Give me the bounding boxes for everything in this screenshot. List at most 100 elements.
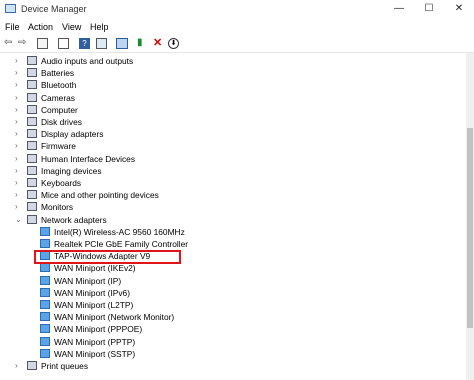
minimize-button[interactable]: — [384, 0, 414, 18]
enable-device-icon[interactable]: ▮ [137, 38, 148, 49]
network-adapter-icon [40, 300, 50, 309]
network-adapter-icon [40, 239, 50, 248]
tree-device-item[interactable]: WAN Miniport (IKEv2) [0, 262, 460, 274]
chevron-right-icon[interactable]: › [15, 362, 21, 370]
uninstall-icon[interactable]: ✕ [153, 38, 164, 49]
device-category-icon [27, 141, 37, 151]
tree-item-label: Imaging devices [41, 165, 102, 176]
maximize-button[interactable]: ☐ [414, 0, 444, 18]
close-button[interactable]: ✕ [444, 0, 474, 18]
chevron-right-icon[interactable]: › [15, 118, 21, 126]
chevron-right-icon[interactable]: › [15, 105, 21, 113]
network-adapter-icon [40, 336, 50, 346]
chevron-right-icon[interactable]: › [15, 69, 21, 77]
device-category-icon [27, 165, 37, 175]
tree-category-item[interactable]: › Mice and other pointing devices [0, 189, 460, 201]
device-category-icon [27, 92, 37, 102]
properties-icon[interactable] [37, 38, 48, 49]
download-icon[interactable]: ⬇ [168, 38, 179, 49]
device-category-icon [27, 214, 37, 224]
tree-category-item[interactable]: › Audio inputs and outputs [0, 55, 460, 67]
show-hidden-icon[interactable] [58, 38, 69, 49]
tree-category-network-adapters[interactable]: ⌄ Network adapters [0, 214, 460, 226]
tree-item-label: Display adapters [41, 129, 104, 140]
menu-action[interactable]: Action [28, 22, 53, 32]
menu-bar: File Action View Help [0, 20, 474, 34]
device-category-icon [27, 178, 37, 187]
chevron-right-icon[interactable]: › [15, 130, 21, 138]
tree-category-item[interactable]: › Batteries [0, 67, 460, 79]
chevron-right-icon[interactable]: › [15, 142, 21, 150]
device-category-icon [27, 117, 37, 126]
update-driver-icon[interactable] [96, 38, 107, 49]
forward-arrow-icon[interactable]: ⇨ [18, 38, 29, 49]
tree-device-item[interactable]: WAN Miniport (PPPOE) [0, 323, 460, 335]
back-arrow-icon[interactable]: ⇦ [4, 38, 15, 49]
window-title: Device Manager [21, 4, 87, 14]
device-category-icon [27, 361, 37, 370]
chevron-down-icon[interactable]: ⌄ [15, 215, 22, 223]
tree-device-item[interactable]: WAN Miniport (SSTP) [0, 348, 460, 360]
tree-item-label: Realtek PCIe GbE Family Controller [54, 239, 189, 249]
tree-category-item[interactable]: › Display adapters [0, 128, 460, 140]
tree-device-item[interactable]: WAN Miniport (IP) [0, 275, 460, 287]
chevron-right-icon[interactable]: › [15, 191, 21, 199]
tree-item-label: Cameras [41, 92, 75, 103]
tree-category-item[interactable]: › Cameras [0, 92, 460, 104]
tree-device-item[interactable]: WAN Miniport (IPv6) [0, 287, 460, 299]
chevron-right-icon[interactable]: › [15, 81, 21, 89]
tree-category-item[interactable]: › Bluetooth [0, 79, 460, 91]
tree-device-item[interactable]: Intel(R) Wireless-AC 9560 160MHz [0, 226, 460, 238]
chevron-right-icon[interactable]: › [15, 57, 21, 65]
device-category-icon [27, 56, 37, 65]
scan-hardware-icon[interactable] [116, 38, 128, 49]
scrollbar-thumb[interactable] [467, 128, 473, 328]
tree-item-label: Monitors [41, 202, 74, 213]
tree-item-label: Print queues [41, 361, 89, 371]
network-adapter-icon [40, 287, 50, 297]
tree-category-item[interactable]: › Computer [0, 104, 460, 116]
help-icon[interactable]: ? [79, 38, 90, 49]
tree-item-label: WAN Miniport (SSTP) [54, 348, 136, 359]
tree-device-item[interactable]: WAN Miniport (Network Monitor) [0, 311, 460, 323]
tree-item-label: Disk drives [41, 117, 82, 127]
menu-file[interactable]: File [5, 22, 20, 32]
tree-item-label: Batteries [41, 68, 75, 79]
tree-item-label: WAN Miniport (L2TP) [54, 300, 134, 310]
tree-category-item[interactable]: › Imaging devices [0, 165, 460, 177]
chevron-right-icon[interactable]: › [15, 93, 21, 101]
chevron-right-icon[interactable]: › [15, 154, 21, 162]
tree-category-item[interactable]: › Print queues [0, 360, 460, 372]
tree-item-label: Mice and other pointing devices [41, 190, 159, 201]
tree-category-item[interactable]: › Firmware [0, 140, 460, 152]
chevron-right-icon[interactable]: › [15, 179, 21, 187]
menu-help[interactable]: Help [90, 22, 109, 32]
tree-item-label: WAN Miniport (Network Monitor) [54, 312, 175, 323]
tree-category-item[interactable]: › Human Interface Devices [0, 153, 460, 165]
chevron-right-icon[interactable]: › [15, 166, 21, 174]
tree-item-label: Human Interface Devices [41, 153, 136, 164]
tree-item-label: Firmware [41, 141, 76, 152]
toolbar: ⇦ ⇨ ? ▮ ✕ ⬇ [0, 36, 474, 53]
tree-item-label: Network adapters [41, 214, 107, 225]
chevron-right-icon[interactable]: › [15, 203, 21, 211]
tree-item-label: Intel(R) Wireless-AC 9560 160MHz [54, 226, 185, 237]
device-category-icon [27, 80, 37, 90]
tree-device-item[interactable]: WAN Miniport (L2TP) [0, 299, 460, 311]
tree-category-item[interactable]: › Keyboards [0, 177, 460, 189]
tree-device-item[interactable]: WAN Miniport (PPTP) [0, 336, 460, 348]
device-tree: › Audio inputs and outputs › Batteries › Blue… [0, 53, 466, 380]
tree-device-item[interactable]: Realtek PCIe GbE Family Controller [0, 238, 460, 250]
tree-item-label: WAN Miniport (IP) [54, 275, 122, 286]
tree-category-item[interactable]: › Disk drives [0, 116, 460, 128]
vertical-scrollbar[interactable] [466, 53, 474, 380]
device-category-icon [27, 129, 37, 139]
tree-item-label: Audio inputs and outputs [41, 56, 134, 66]
menu-view[interactable]: View [62, 22, 81, 32]
device-manager-icon [5, 4, 16, 13]
tree-category-item[interactable]: › Monitors [0, 201, 460, 213]
tree-item-label: WAN Miniport (IPv6) [54, 287, 131, 298]
network-adapter-icon [40, 348, 50, 358]
network-adapter-icon [40, 263, 50, 273]
network-adapter-icon [40, 226, 50, 236]
